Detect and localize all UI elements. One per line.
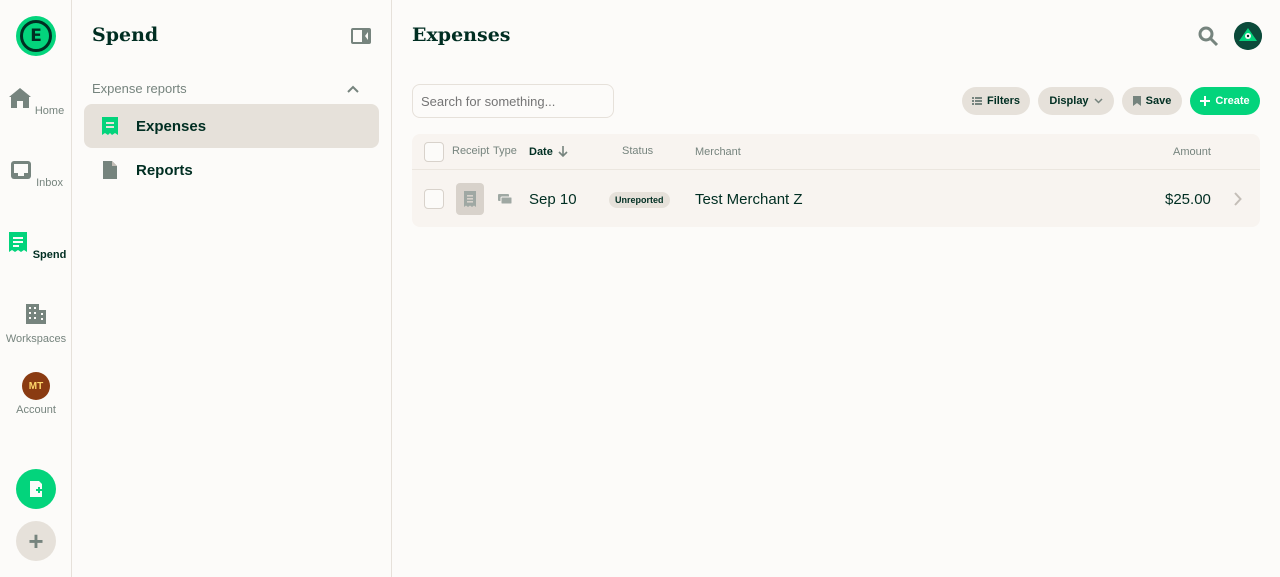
row-date: Sep 10 (529, 191, 577, 208)
section-expense-reports[interactable]: Expense reports (92, 81, 187, 96)
header-amount[interactable]: Amount (1173, 146, 1211, 158)
avatar-image (1234, 22, 1262, 50)
document-icon (103, 161, 117, 179)
receipt-add-icon (30, 481, 42, 497)
create-button[interactable]: Create (1190, 87, 1260, 115)
new-expense-button[interactable] (16, 469, 56, 509)
display-button[interactable]: Display (1038, 87, 1114, 115)
sort-down-icon[interactable] (558, 146, 568, 158)
logo-letter: E (20, 20, 52, 52)
rail-item-spend[interactable]: Spend (0, 230, 72, 261)
filters-icon (972, 97, 982, 105)
bookmark-icon (1132, 96, 1141, 106)
table-header: Receipt Type Date Status Merchant Amount (412, 134, 1260, 170)
rail-label-account: Account (16, 404, 56, 416)
row-merchant: Test Merchant Z (695, 191, 803, 208)
row-checkbox[interactable] (424, 189, 444, 209)
rail-label-workspaces: Workspaces (5, 333, 67, 345)
chevron-up-icon[interactable] (346, 82, 360, 96)
chevron-right-icon[interactable] (1233, 192, 1242, 206)
sidebar-item-label: Expenses (136, 117, 207, 135)
receipt-thumbnail[interactable] (456, 183, 484, 215)
save-search-button[interactable]: Save (1122, 87, 1182, 115)
create-label: Create (1215, 95, 1250, 107)
header-date[interactable]: Date (529, 146, 553, 158)
plus-icon (1200, 96, 1211, 106)
receipt-icon (8, 232, 27, 252)
filters-button[interactable]: Filters (962, 87, 1030, 115)
quick-action-button[interactable]: + (16, 521, 56, 561)
search-input[interactable] (412, 84, 614, 118)
cash-icon (498, 194, 512, 205)
rail-item-inbox[interactable]: Inbox (0, 158, 72, 189)
rail-item-workspaces[interactable]: Workspaces (0, 302, 72, 345)
receipt-icon (102, 117, 118, 135)
receipt-icon (464, 191, 476, 207)
left-rail: E Home Inbox Spend Workspaces MT Account… (0, 0, 72, 577)
table-row[interactable]: Sep 10 Unreported Test Merchant Z $25.00 (412, 171, 1260, 227)
expenses-table: Receipt Type Date Status Merchant Amount… (412, 134, 1260, 227)
sidebar-item-expenses[interactable]: Expenses (84, 104, 379, 148)
rail-item-account[interactable]: MT Account (0, 372, 72, 416)
filters-label: Filters (986, 95, 1020, 107)
status-badge: Unreported (609, 192, 670, 208)
home-icon (8, 88, 31, 108)
header-status[interactable]: Status (622, 145, 653, 157)
expensify-logo[interactable]: E (16, 16, 56, 56)
main-content: Expenses Filters Display Save Create Rec… (392, 0, 1280, 577)
search-icon[interactable] (1197, 25, 1219, 47)
select-all-checkbox[interactable] (424, 142, 444, 162)
header-type: Type (493, 145, 517, 157)
chevron-down-icon (1094, 98, 1103, 104)
sidebar: Spend Expense reports Expenses Reports (72, 0, 392, 577)
account-avatar: MT (22, 372, 50, 400)
display-label: Display (1049, 95, 1089, 107)
row-amount: $25.00 (1165, 191, 1211, 208)
rail-label-spend: Spend (32, 249, 67, 261)
user-avatar[interactable] (1234, 22, 1262, 50)
sidebar-item-reports[interactable]: Reports (84, 148, 379, 192)
sidebar-item-label: Reports (136, 161, 193, 179)
save-label: Save (1145, 95, 1172, 107)
header-merchant[interactable]: Merchant (695, 146, 741, 158)
page-title: Expenses (412, 24, 511, 46)
sidebar-title: Spend (92, 24, 159, 46)
building-icon (26, 304, 46, 324)
header-receipt: Receipt (452, 145, 490, 157)
rail-label-home: Home (34, 105, 65, 117)
collapse-sidebar-icon[interactable] (351, 28, 371, 44)
inbox-icon (11, 161, 31, 179)
rail-label-inbox: Inbox (36, 177, 63, 189)
plus-icon: + (28, 525, 44, 556)
rail-item-home[interactable]: Home (0, 86, 72, 117)
